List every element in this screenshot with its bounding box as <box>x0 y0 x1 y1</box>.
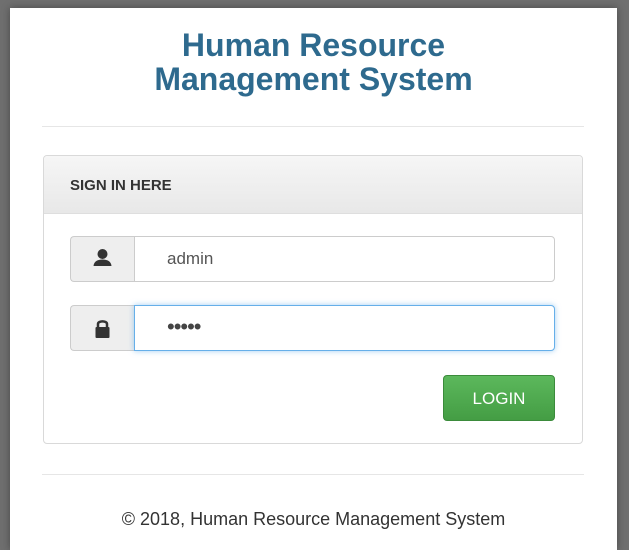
password-input[interactable]: ••••• <box>134 305 555 351</box>
password-masked-value: ••••• <box>167 314 202 339</box>
login-page: Human Resource Management System SIGN IN… <box>10 8 617 550</box>
username-input[interactable]: admin <box>134 236 555 282</box>
footer-copyright: © 2018, Human Resource Management System <box>121 509 506 529</box>
user-icon <box>70 236 134 282</box>
panel-heading: SIGN IN HERE <box>44 156 582 214</box>
login-button[interactable]: LOGIN <box>443 375 555 421</box>
bottom-divider <box>42 474 584 475</box>
password-input-group: ••••• <box>70 305 555 351</box>
page-title: Human Resource Management System <box>10 28 617 96</box>
window-frame: Human Resource Management System SIGN IN… <box>0 0 629 550</box>
sign-in-panel: SIGN IN HERE admin ••••• LOGIN <box>43 155 583 444</box>
lock-icon <box>70 305 134 351</box>
page-title-line-1: Human Resource <box>181 27 446 63</box>
username-value: admin <box>167 249 214 268</box>
top-divider <box>42 126 584 127</box>
page-title-line-2: Management System <box>154 61 473 97</box>
panel-heading-title: SIGN IN HERE <box>70 177 172 194</box>
username-input-group: admin <box>70 236 555 282</box>
